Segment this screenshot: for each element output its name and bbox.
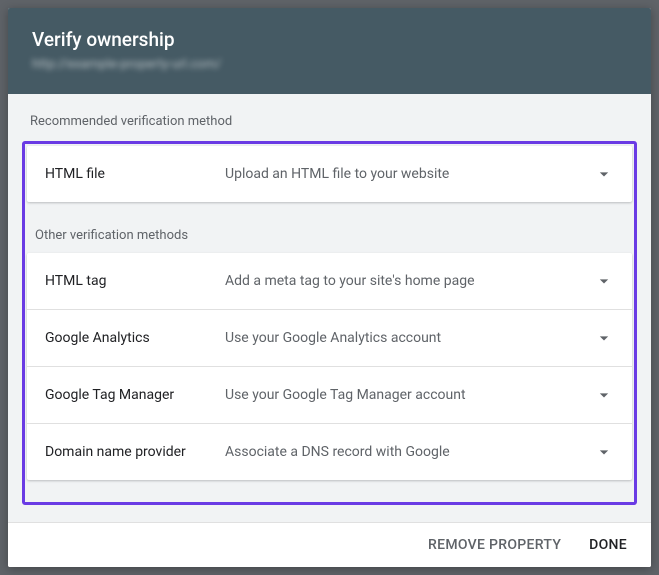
method-desc: Add a meta tag to your site's home page [225, 273, 594, 289]
dialog-header: Verify ownership http://example-property… [8, 8, 651, 94]
recommended-section-label: Recommended verification method [30, 114, 637, 129]
chevron-down-icon [594, 164, 614, 184]
method-row-html-file[interactable]: HTML file Upload an HTML file to your we… [27, 146, 632, 202]
method-name: HTML tag [45, 273, 225, 289]
method-name: HTML file [45, 166, 225, 182]
other-methods-card: HTML tag Add a meta tag to your site's h… [27, 253, 632, 480]
method-row-google-tag-manager[interactable]: Google Tag Manager Use your Google Tag M… [27, 367, 632, 424]
method-row-google-analytics[interactable]: Google Analytics Use your Google Analyti… [27, 310, 632, 367]
chevron-down-icon [594, 328, 614, 348]
method-desc: Upload an HTML file to your website [225, 166, 594, 182]
method-name: Google Tag Manager [45, 387, 225, 403]
property-url-blurred: http://example-property-url.com/ [32, 57, 627, 72]
recommended-method-card: HTML file Upload an HTML file to your we… [27, 146, 632, 202]
method-row-domain-name-provider[interactable]: Domain name provider Associate a DNS rec… [27, 424, 632, 480]
chevron-down-icon [594, 442, 614, 462]
method-name: Domain name provider [45, 444, 225, 460]
methods-highlight-box: HTML file Upload an HTML file to your we… [22, 141, 637, 505]
method-desc: Use your Google Analytics account [225, 330, 594, 346]
method-row-html-tag[interactable]: HTML tag Add a meta tag to your site's h… [27, 253, 632, 310]
chevron-down-icon [594, 385, 614, 405]
dialog-title: Verify ownership [32, 28, 627, 51]
method-desc: Associate a DNS record with Google [225, 444, 594, 460]
done-button[interactable]: DONE [589, 537, 627, 553]
dialog-body: Recommended verification method HTML fil… [8, 94, 651, 522]
chevron-down-icon [594, 271, 614, 291]
dialog-footer: REMOVE PROPERTY DONE [8, 522, 651, 567]
method-name: Google Analytics [45, 330, 225, 346]
remove-property-button[interactable]: REMOVE PROPERTY [428, 537, 561, 553]
method-desc: Use your Google Tag Manager account [225, 387, 594, 403]
verify-ownership-dialog: Verify ownership http://example-property… [8, 8, 651, 567]
other-section-label: Other verification methods [35, 222, 632, 243]
